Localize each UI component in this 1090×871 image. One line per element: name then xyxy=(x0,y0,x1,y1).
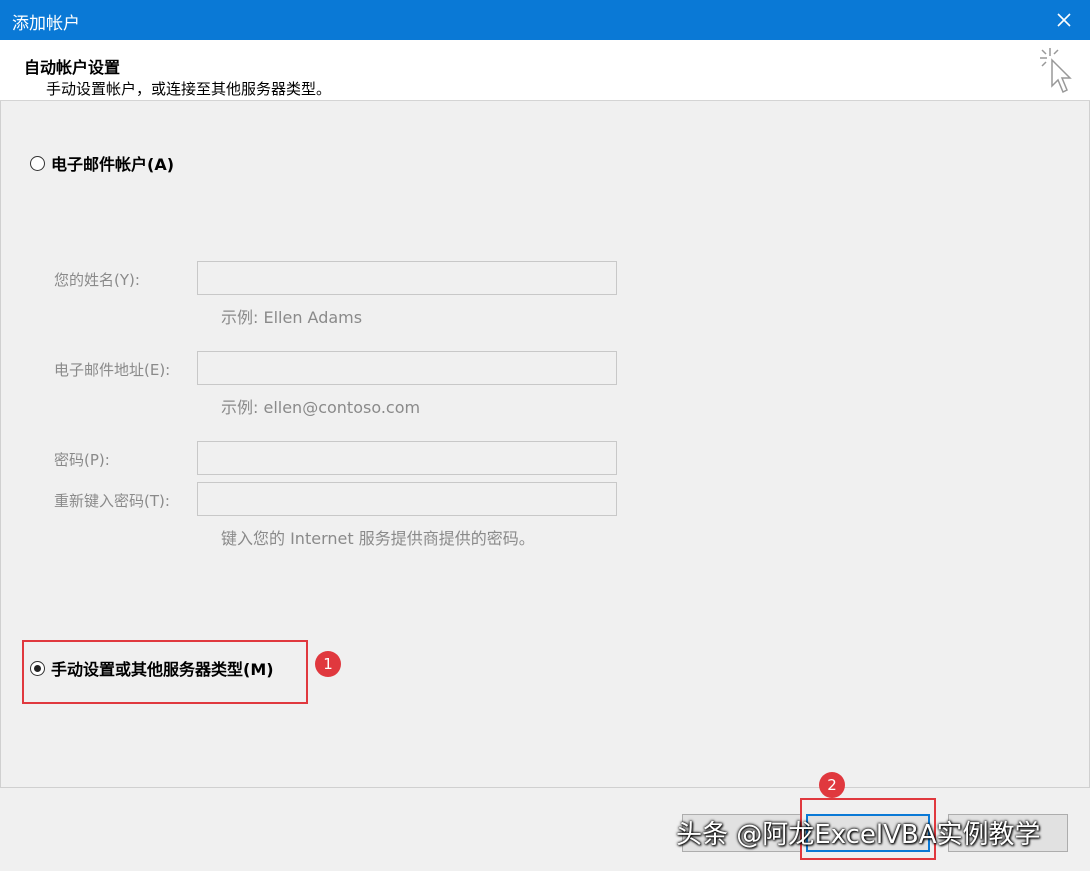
name-label: 您的姓名(Y): xyxy=(54,271,140,289)
password-label: 密码(P): xyxy=(54,451,110,469)
password-hint: 键入您的 Internet 服务提供商提供的密码。 xyxy=(221,529,535,548)
retype-password-label: 重新键入密码(T): xyxy=(54,492,170,510)
name-hint: 示例: Ellen Adams xyxy=(221,308,363,327)
annotation-box-1 xyxy=(22,640,308,704)
email-input[interactable] xyxy=(197,351,617,385)
close-icon[interactable] xyxy=(1048,4,1080,36)
radio-email-account[interactable]: 电子邮件帐户(A) xyxy=(30,151,174,175)
window-title: 添加帐户 xyxy=(12,14,80,34)
annotation-badge-2: 2 xyxy=(819,772,845,798)
watermark-text: 头条 @阿龙ExcelVBA实例教学 xyxy=(676,820,1041,850)
page-title: 自动帐户设置 xyxy=(24,58,121,77)
radio-button[interactable] xyxy=(30,155,45,171)
page-subtitle: 手动设置帐户，或连接至其他服务器类型。 xyxy=(46,80,332,98)
name-input[interactable] xyxy=(197,261,617,295)
email-label: 电子邮件地址(E): xyxy=(54,361,171,379)
wizard-cursor-icon xyxy=(1040,48,1072,94)
wizard-content: 电子邮件帐户(A) 您的姓名(Y): 示例: Ellen Adams 电子邮件地… xyxy=(0,101,1090,787)
email-hint: 示例: ellen@contoso.com xyxy=(221,398,421,417)
title-bar: 添加帐户 xyxy=(0,0,1090,40)
radio-email-account-label: 电子邮件帐户(A) xyxy=(51,155,175,174)
footer-separator xyxy=(0,787,1090,788)
annotation-badge-1: 1 xyxy=(315,651,341,677)
retype-password-input[interactable] xyxy=(197,482,617,516)
password-input[interactable] xyxy=(197,441,617,475)
wizard-header: 自动帐户设置 手动设置帐户，或连接至其他服务器类型。 xyxy=(0,40,1090,101)
